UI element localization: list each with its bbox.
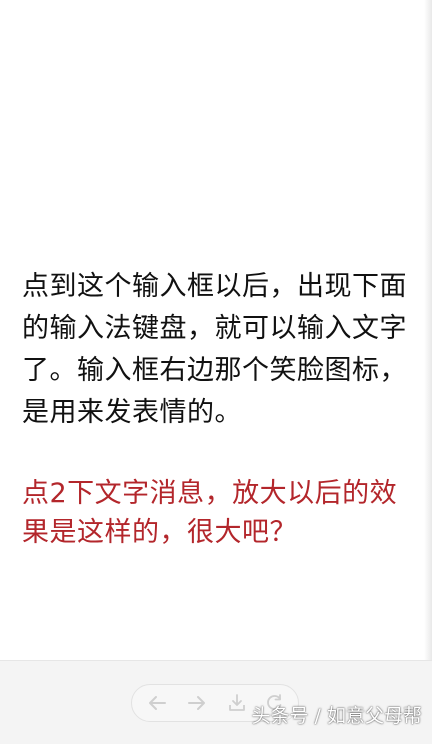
arrow-left-icon[interactable] <box>146 693 168 713</box>
bottom-toolbar: 头条号 / 如意父母帮 <box>0 660 432 744</box>
arrow-right-icon[interactable] <box>186 693 208 713</box>
watermark-text: 头条号 / 如意父母帮 <box>251 705 422 727</box>
download-icon[interactable] <box>226 693 248 713</box>
highlight-paragraph: 点2下文字消息，放大以后的效果是这样的，很大吧？ <box>22 478 398 548</box>
page-content: 点到这个输入框以后，出现下面的输入法键盘，就可以输入文字了。输入框右边那个笑脸图… <box>0 0 432 660</box>
page-edge-shadow <box>424 0 432 660</box>
body-paragraph: 点到这个输入框以后，出现下面的输入法键盘，就可以输入文字了。输入框右边那个笑脸图… <box>22 271 407 428</box>
